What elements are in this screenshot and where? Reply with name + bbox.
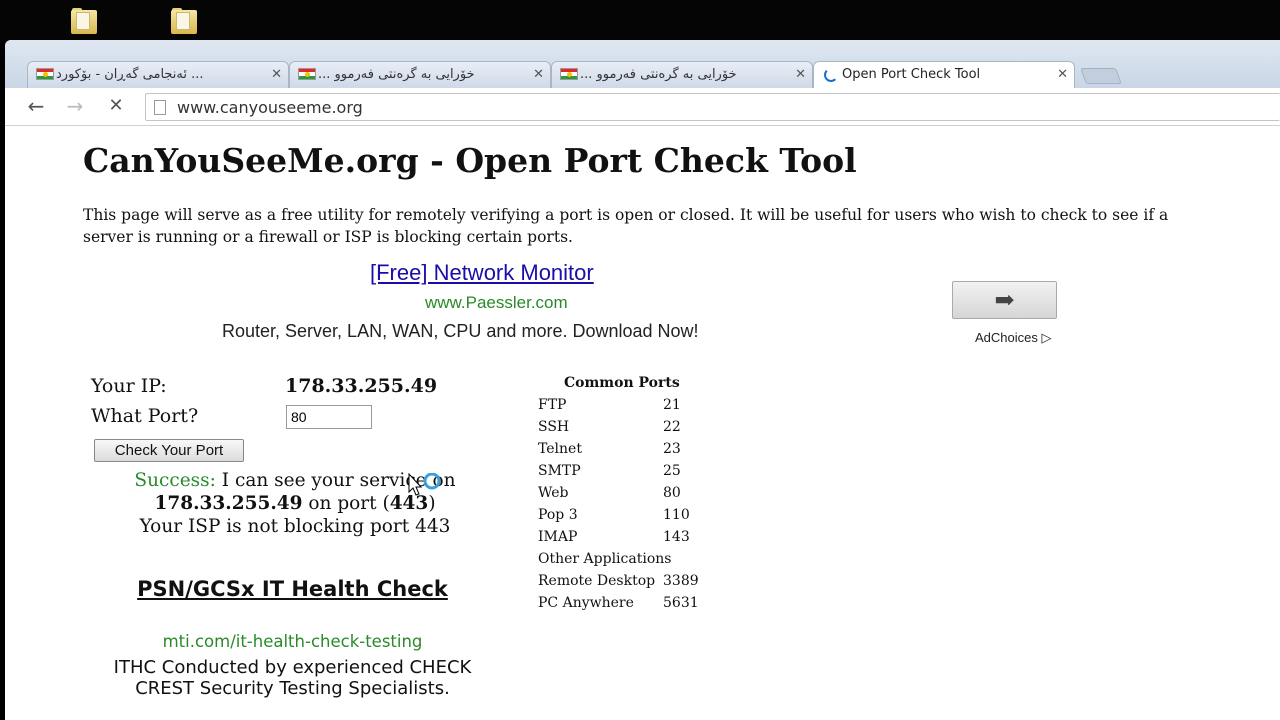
port-number: 5631: [663, 595, 699, 611]
loading-spinner-icon: [824, 68, 838, 82]
port-number: 3389: [663, 573, 699, 589]
port-name: Remote Desktop: [538, 573, 656, 589]
kurdistan-flag-icon: [36, 68, 54, 80]
ad-url[interactable]: www.Paessler.com: [425, 293, 568, 313]
tab-label: ئەنجامی گەڕان - بۆکورد ...: [56, 67, 204, 82]
adchoices-label: AdChoices: [975, 330, 1038, 345]
port-name: SSH: [538, 419, 570, 435]
port-row: Telnet 23: [538, 441, 718, 463]
close-icon[interactable]: ✕: [1057, 62, 1068, 87]
tab-label: Open Port Check Tool: [842, 67, 981, 82]
port-number: 80: [663, 485, 681, 501]
desktop-background: [0, 0, 1280, 42]
folder-icon[interactable]: [170, 8, 198, 36]
kurdistan-flag-icon: [298, 68, 316, 80]
adchoices-link[interactable]: AdChoices ▷: [975, 330, 1052, 346]
new-tab-button[interactable]: [1080, 68, 1122, 84]
adchoices-icon: ▷: [1041, 330, 1052, 345]
close-icon[interactable]: ✕: [533, 62, 544, 87]
port-name: SMTP: [538, 463, 581, 479]
tab-search-results[interactable]: ئەنجامی گەڕان - بۆکورد ... ✕: [27, 61, 289, 88]
stop-icon[interactable]: ✕: [104, 94, 128, 118]
page-content: CanYouSeeMe.org - Open Port Check Tool T…: [5, 127, 1280, 720]
tab-bar: ئەنجامی گەڕان - بۆکورد ... ✕ ... خۆرایی …: [5, 40, 1280, 88]
tab-open-port-check[interactable]: Open Port Check Tool ✕: [813, 61, 1075, 88]
browser-window: ئەنجامی گەڕان - بۆکورد ... ✕ ... خۆرایی …: [5, 40, 1280, 720]
tab-label: ... خۆرایی بە گرەنتی فەرموو: [318, 67, 475, 82]
check-your-port-button[interactable]: Check Your Port: [94, 439, 244, 462]
port-number: 110: [663, 507, 690, 523]
ad2-description: ITHC Conducted by experienced CHECK CRES…: [113, 657, 472, 699]
port-number: 25: [663, 463, 681, 479]
ad-network-monitor-link[interactable]: [Free] Network Monitor: [370, 260, 594, 286]
intro-text: This page will serve as a free utility f…: [83, 206, 1169, 246]
port-name: Other Applications: [538, 551, 672, 567]
busy-cursor-icon: [408, 473, 441, 496]
ad2-url[interactable]: mti.com/it-health-check-testing: [120, 632, 465, 651]
close-icon[interactable]: ✕: [271, 62, 282, 87]
port-number: 22: [663, 419, 681, 435]
port-row: PC Anywhere 5631: [538, 595, 718, 617]
port-number: 143: [663, 529, 690, 545]
result-ip: 178.33.255.49: [154, 493, 303, 514]
folder-icon[interactable]: [70, 8, 98, 36]
success-label: Success:: [134, 470, 216, 491]
forward-arrow-icon[interactable]: →: [63, 94, 87, 118]
result-on-port: on port (: [302, 493, 390, 514]
port-name: Pop 3: [538, 507, 578, 523]
tab-free-guarantee-1[interactable]: ... خۆرایی بە گرەنتی فەرموو ✕: [289, 61, 551, 88]
address-bar[interactable]: www.canyouseeme.org: [145, 93, 1280, 121]
page-title: CanYouSeeMe.org - Open Port Check Tool: [83, 141, 857, 180]
result-line3: Your ISP is not blocking port 443: [139, 516, 451, 537]
tab-label: ... خۆرایی بە گرەنتی فەرموو: [580, 67, 737, 82]
port-name: Web: [538, 485, 569, 501]
close-icon[interactable]: ✕: [795, 62, 806, 87]
port-input[interactable]: [286, 405, 372, 429]
your-ip-label: Your IP:: [91, 375, 167, 397]
port-row: Remote Desktop 3389: [538, 573, 718, 595]
ad-health-check-link[interactable]: PSN/GCSx IT Health Check: [135, 577, 450, 602]
port-number: 21: [663, 397, 681, 413]
port-row: Pop 3 110: [538, 507, 718, 529]
port-row: SMTP 25: [538, 463, 718, 485]
port-name: PC Anywhere: [538, 595, 634, 611]
what-port-label: What Port?: [91, 405, 199, 427]
common-ports-heading: Common Ports: [564, 375, 680, 391]
port-name: Telnet: [538, 441, 582, 457]
port-row: IMAP 143: [538, 529, 718, 551]
your-ip-value: 178.33.255.49: [285, 375, 438, 397]
port-row: Other Applications: [538, 551, 718, 573]
port-row: Web 80: [538, 485, 718, 507]
port-row: SSH 22: [538, 419, 718, 441]
port-number: 23: [663, 441, 681, 457]
tab-free-guarantee-2[interactable]: ... خۆرایی بە گرەنتی فەرموو ✕: [551, 61, 813, 88]
back-arrow-icon[interactable]: ←: [24, 94, 48, 118]
arrow-right-icon: ➡: [994, 286, 1015, 314]
page-icon: [154, 100, 166, 115]
ad-description: Router, Server, LAN, WAN, CPU and more. …: [222, 321, 699, 341]
ad-arrow-button[interactable]: ➡: [952, 281, 1057, 319]
kurdistan-flag-icon: [560, 68, 578, 80]
browser-toolbar: ← → ✕ www.canyouseeme.org: [5, 88, 1280, 126]
port-name: IMAP: [538, 529, 578, 545]
url-text: www.canyouseeme.org: [177, 98, 363, 117]
port-row: FTP 21: [538, 397, 718, 419]
port-name: FTP: [538, 397, 567, 413]
